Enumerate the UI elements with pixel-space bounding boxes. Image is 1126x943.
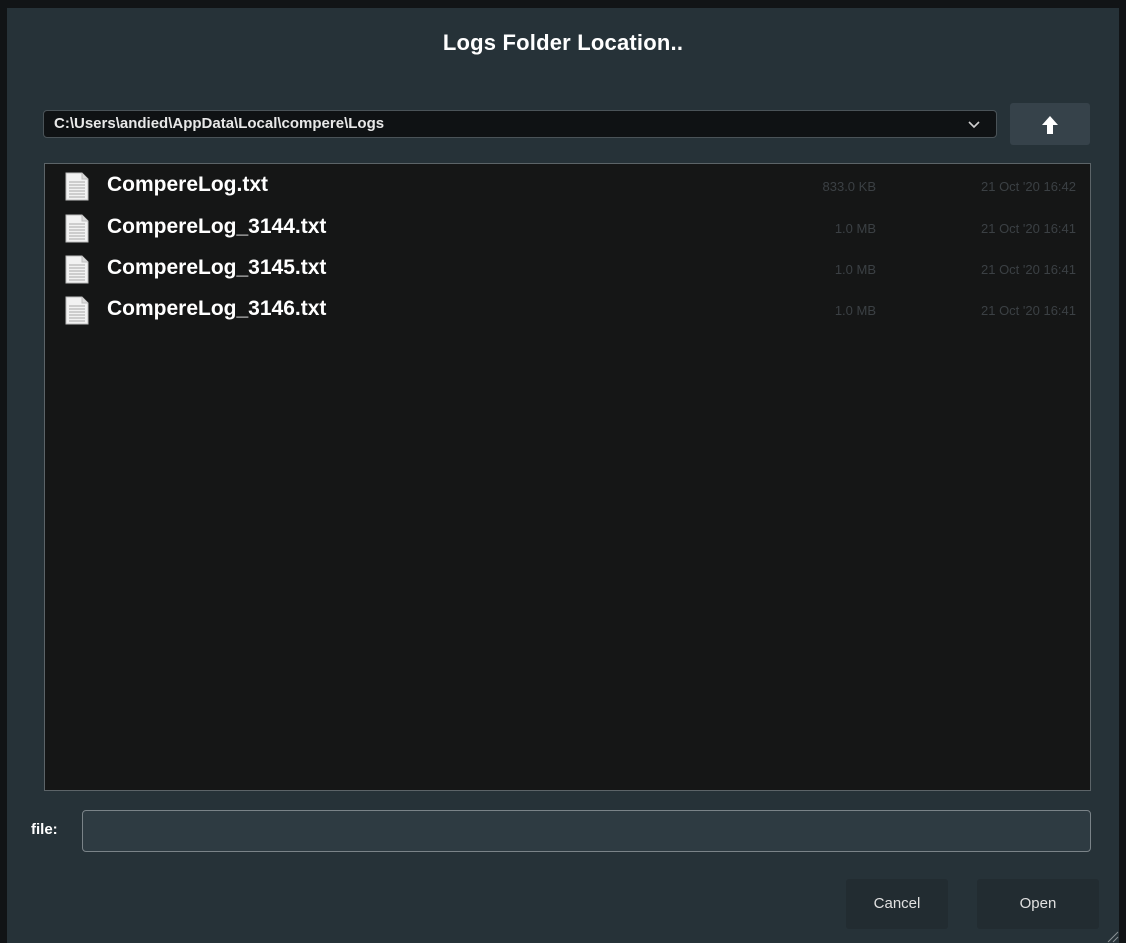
file-name: CompereLog_3146.txt [107,297,327,320]
file-size: 1.0 MB [834,262,876,277]
file-date: 21 Oct '20 16:41 [981,221,1076,236]
file-row[interactable]: CompereLog_3144.txt 1.0 MB 21 Oct '20 16… [45,208,1090,248]
cancel-button[interactable]: Cancel [846,879,948,929]
file-name: CompereLog_3144.txt [107,215,327,238]
file-date: 21 Oct '20 16:41 [981,303,1076,318]
chevron-down-icon [968,121,980,129]
file-size: 1.0 MB [834,303,876,318]
dialog-title: Logs Folder Location.. [442,30,684,55]
text-file-icon [65,214,89,243]
path-dropdown[interactable]: C:\Users\andied\AppData\Local\compere\Lo… [43,110,997,138]
file-date: 21 Oct '20 16:42 [981,179,1076,194]
file-size: 833.0 KB [822,179,877,194]
file-name-input[interactable] [82,810,1091,852]
file-name: CompereLog_3145.txt [107,256,327,279]
file-field-label: file: [31,821,58,838]
arrow-up-icon [1042,116,1058,134]
open-button[interactable]: Open [977,879,1099,929]
text-file-icon [65,255,89,284]
text-file-icon [65,172,89,201]
resize-grip-icon[interactable] [1105,929,1119,943]
file-name: CompereLog.txt [107,173,269,196]
file-size: 1.0 MB [834,221,876,236]
text-file-icon [65,296,89,325]
parent-folder-button[interactable] [1010,103,1090,145]
file-row[interactable]: CompereLog_3145.txt 1.0 MB 21 Oct '20 16… [45,249,1090,289]
file-date: 21 Oct '20 16:41 [981,262,1076,277]
file-chooser-dialog: Logs Folder Location.. C:\Users\andied\A… [7,8,1119,943]
path-text: C:\Users\andied\AppData\Local\compere\Lo… [54,115,385,132]
file-row[interactable]: CompereLog.txt 833.0 KB 21 Oct '20 16:42 [45,166,1090,206]
file-list[interactable]: CompereLog.txt 833.0 KB 21 Oct '20 16:42… [44,163,1091,791]
file-row[interactable]: CompereLog_3146.txt 1.0 MB 21 Oct '20 16… [45,290,1090,330]
